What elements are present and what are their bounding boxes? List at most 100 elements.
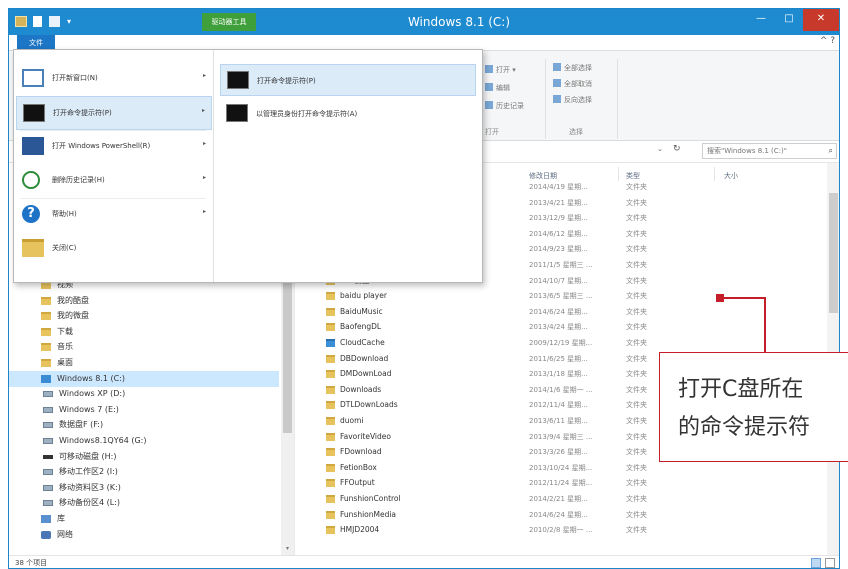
file-name: DBDownload bbox=[340, 353, 389, 363]
nav-item-label: Windows 7 (E:) bbox=[59, 404, 119, 414]
file-type: 文件夹 bbox=[626, 245, 647, 254]
select-all-button[interactable]: 全部选择 bbox=[553, 63, 592, 73]
nav-item-label: 移动备份区4 (L:) bbox=[59, 498, 121, 508]
select-none-button[interactable]: 全部取消 bbox=[553, 79, 592, 89]
nav-item-2[interactable]: 我的微盘 bbox=[9, 308, 279, 324]
nav-item-10[interactable]: Windows8.1QY64 (G:) bbox=[9, 433, 279, 449]
file-row[interactable]: FFOutput 2012/11/24 星期... 文件夹 bbox=[296, 475, 826, 491]
qat-dropdown-icon[interactable]: ▾ bbox=[67, 16, 87, 27]
nav-item-label: 库 bbox=[57, 514, 65, 523]
edit-button[interactable]: 编辑 bbox=[485, 83, 510, 93]
folder-icon bbox=[326, 323, 335, 332]
file-modified-date: 2013/10/24 星期... bbox=[529, 463, 593, 472]
file-menu-item-label: 打开新窗口(N) bbox=[52, 74, 98, 82]
address-history-chevron-icon[interactable]: ⌄ bbox=[657, 145, 663, 153]
annotation-callout: 打开C盘所在 的命令提示符 bbox=[659, 352, 848, 462]
file-modified-date: 2013/12/9 星期... bbox=[529, 214, 588, 223]
file-menu-item-3[interactable]: 删除历史记录(H) ▸ bbox=[16, 164, 212, 198]
ribbon-controls[interactable]: ^ ? bbox=[807, 36, 835, 50]
search-icon[interactable]: ⌕ bbox=[829, 146, 833, 156]
folder-icon[interactable] bbox=[15, 16, 27, 27]
scroll-down-icon[interactable]: ▾ bbox=[283, 545, 292, 553]
properties-icon[interactable] bbox=[33, 16, 42, 27]
drive-icon bbox=[43, 422, 53, 429]
file-type: 文件夹 bbox=[626, 276, 647, 285]
window-icon bbox=[22, 69, 44, 87]
new-folder-icon[interactable] bbox=[49, 16, 60, 27]
file-menu-item-5[interactable]: 关闭(C) bbox=[16, 232, 212, 266]
nav-item-15[interactable]: 库 bbox=[9, 511, 279, 527]
nav-item-14[interactable]: 移动备份区4 (L:) bbox=[9, 495, 279, 511]
file-name: FFOutput bbox=[340, 478, 375, 488]
nav-item-7[interactable]: Windows XP (D:) bbox=[9, 386, 279, 402]
file-row[interactable]: CloudCache 2009/12/19 星期... 文件夹 bbox=[296, 335, 826, 351]
folder-icon bbox=[326, 292, 335, 301]
open-button[interactable]: 打开 ▾ bbox=[485, 65, 516, 75]
nav-item-label: 我的微盘 bbox=[57, 311, 89, 321]
folder-icon bbox=[326, 510, 335, 519]
nav-item-8[interactable]: Windows 7 (E:) bbox=[9, 402, 279, 418]
nav-item-13[interactable]: 移动资料区3 (K:) bbox=[9, 480, 279, 496]
search-box[interactable]: ⌕ bbox=[702, 143, 837, 159]
file-menu-item-label: 帮助(H) bbox=[52, 210, 77, 218]
submenu-item-0[interactable]: 打开命令提示符(P) bbox=[220, 64, 476, 96]
large-icons-view-icon[interactable] bbox=[825, 558, 835, 568]
file-menu-item-2[interactable]: 打开 Windows PowerShell(R) ▸ bbox=[16, 130, 212, 164]
folder-icon bbox=[41, 327, 51, 336]
submenu-arrow-icon: ▸ bbox=[202, 140, 206, 147]
file-type: 文件夹 bbox=[626, 510, 647, 519]
file-modified-date: 2014/10/7 星期... bbox=[529, 276, 588, 285]
folder-icon bbox=[326, 370, 335, 379]
nav-item-12[interactable]: 移动工作区2 (I:) bbox=[9, 464, 279, 480]
maximize-button[interactable]: □ bbox=[775, 9, 803, 31]
nav-item-label: 移动工作区2 (I:) bbox=[59, 467, 118, 477]
folder-icon bbox=[41, 296, 51, 305]
nav-item-3[interactable]: 下载 bbox=[9, 324, 279, 340]
file-row[interactable]: BaiduMusic 2014/6/24 星期... 文件夹 bbox=[296, 304, 826, 320]
ribbon-divider bbox=[617, 59, 618, 139]
file-menu-item-1[interactable]: 打开命令提示符(P) ▸ bbox=[16, 96, 212, 130]
nav-item-label: 可移动磁盘 (H:) bbox=[59, 451, 117, 461]
file-row[interactable]: FunshionControl 2014/2/21 星期... 文件夹 bbox=[296, 491, 826, 507]
file-menu-item-0[interactable]: 打开新窗口(N) ▸ bbox=[16, 62, 212, 96]
nav-item-11[interactable]: 可移动磁盘 (H:) bbox=[9, 449, 279, 465]
minimize-button[interactable]: — bbox=[747, 9, 775, 31]
file-name: Downloads bbox=[340, 384, 382, 394]
drive-tools-contextual-tab[interactable]: 驱动器工具 bbox=[202, 13, 256, 31]
invert-selection-button[interactable]: 反向选择 bbox=[553, 95, 592, 105]
folder-icon bbox=[41, 343, 51, 352]
nav-item-16[interactable]: 网络 bbox=[9, 527, 279, 543]
nav-item-4[interactable]: 音乐 bbox=[9, 339, 279, 355]
file-list-scroll-thumb[interactable] bbox=[829, 193, 838, 313]
folder-icon bbox=[326, 354, 335, 363]
file-row[interactable]: FunshionMedia 2014/6/24 星期... 文件夹 bbox=[296, 507, 826, 523]
file-name: duomi bbox=[340, 416, 364, 425]
powershell-icon bbox=[22, 137, 44, 155]
search-input[interactable] bbox=[703, 144, 821, 158]
submenu-item-1[interactable]: 以管理员身份打开命令提示符(A) bbox=[220, 98, 476, 130]
nav-item-5[interactable]: 桌面 bbox=[9, 355, 279, 371]
nav-item-9[interactable]: 数据盘F (F:) bbox=[9, 417, 279, 433]
file-row[interactable]: BaofengDL 2013/4/24 星期... 文件夹 bbox=[296, 319, 826, 335]
refresh-icon[interactable]: ↻ bbox=[673, 144, 681, 154]
file-menu-item-4[interactable]: ? 帮助(H) ▸ bbox=[16, 198, 212, 232]
windows-drive-icon bbox=[41, 374, 51, 383]
nav-item-label: 数据盘F (F:) bbox=[59, 420, 104, 430]
file-row[interactable]: HMJD2004 2010/2/8 星期一 ... 文件夹 bbox=[296, 522, 826, 538]
file-type: 文件夹 bbox=[626, 183, 647, 191]
file-modified-date: 2011/6/25 星期... bbox=[529, 354, 588, 363]
file-name: DTLDownLoads bbox=[340, 400, 398, 410]
nav-item-6[interactable]: Windows 8.1 (C:) bbox=[9, 370, 279, 387]
history-button[interactable]: 历史记录 bbox=[485, 101, 524, 111]
network-icon bbox=[41, 530, 51, 539]
nav-item-1[interactable]: 我的酷盘 bbox=[9, 293, 279, 309]
close-button[interactable]: ✕ bbox=[803, 9, 839, 31]
details-view-icon[interactable] bbox=[811, 558, 821, 568]
drive-icon bbox=[43, 438, 53, 444]
file-row[interactable]: FetionBox 2013/10/24 星期... 文件夹 bbox=[296, 460, 826, 476]
file-name: baidu player bbox=[340, 291, 387, 301]
file-modified-date: 2009/12/19 星期... bbox=[529, 339, 593, 347]
close-folder-icon bbox=[22, 239, 44, 257]
title-bar[interactable]: ▾ 驱动器工具 Windows 8.1 (C:) — □ ✕ bbox=[9, 9, 839, 35]
file-menu: 打开新窗口(N) ▸ 打开命令提示符(P) ▸ 打开 Windows PowerShel… bbox=[13, 49, 483, 283]
